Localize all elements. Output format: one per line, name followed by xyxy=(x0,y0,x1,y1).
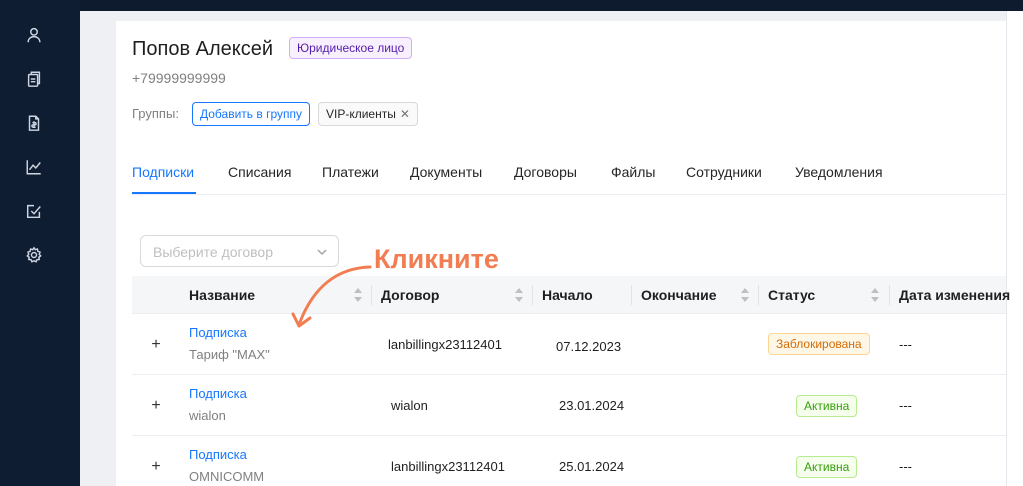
tariff-name: Тариф "MAX" xyxy=(189,347,270,362)
changed-date: --- xyxy=(899,337,912,352)
customer-type-badge: Юридическое лицо xyxy=(289,37,413,59)
column-divider xyxy=(889,285,890,305)
tab-contracts[interactable]: Договоры xyxy=(514,164,577,180)
column-header-changed[interactable]: Дата изменения xyxy=(899,287,1010,303)
changed-date: --- xyxy=(899,398,912,413)
groups-label: Группы: xyxy=(132,106,179,121)
tariff-name: wialon xyxy=(189,408,226,423)
click-hint-label: Кликните xyxy=(374,244,499,274)
hint-arrow-icon xyxy=(291,265,372,328)
sort-icon[interactable] xyxy=(515,288,523,302)
subscription-link[interactable]: Подписка xyxy=(189,447,247,462)
column-header-name[interactable]: Название xyxy=(189,287,255,303)
contract-number: lanbillingx23112401 xyxy=(391,459,505,474)
column-divider xyxy=(532,285,533,305)
tab-documents[interactable]: Документы xyxy=(410,164,482,180)
status-badge: Активна xyxy=(796,456,858,478)
start-date: 07.12.2023 xyxy=(556,339,622,354)
tab-files[interactable]: Файлы xyxy=(611,164,655,180)
status-badge: Заблокирована xyxy=(768,333,870,355)
scrollbar[interactable] xyxy=(1006,11,1023,486)
contract-select[interactable]: Выберите договор xyxy=(140,235,339,267)
tabs-divider xyxy=(132,194,1006,195)
column-header-contract[interactable]: Договор xyxy=(381,287,439,303)
subscription-link[interactable]: Подписка xyxy=(189,386,247,401)
tariff-name: OMNICOMM xyxy=(189,469,265,484)
tab-subscriptions[interactable]: Подписки xyxy=(132,164,194,180)
customer-name: Попов Алексей xyxy=(132,38,274,60)
start-date: 25.01.2024 xyxy=(559,459,625,474)
start-date: 23.01.2024 xyxy=(559,398,625,413)
column-divider xyxy=(758,285,759,305)
contract-number: lanbillingx23112401 xyxy=(388,337,502,352)
tab-employees[interactable]: Сотрудники xyxy=(686,164,762,180)
subscription-link[interactable]: Подписка xyxy=(189,325,247,340)
contract-number: wialon xyxy=(391,398,428,413)
tab-charges[interactable]: Списания xyxy=(228,164,291,180)
sort-icon[interactable] xyxy=(741,288,749,302)
column-divider xyxy=(631,285,632,305)
column-header-status[interactable]: Статус xyxy=(768,287,815,303)
tab-notifications[interactable]: Уведомления xyxy=(795,164,883,180)
sidebar xyxy=(0,0,80,486)
tab-payments[interactable]: Платежи xyxy=(322,164,379,180)
contract-select-placeholder: Выберите договор xyxy=(153,244,273,260)
status-badge: Активна xyxy=(796,395,858,417)
settings-icon[interactable] xyxy=(24,245,44,265)
column-header-end[interactable]: Окончание xyxy=(641,287,716,303)
row-divider xyxy=(132,435,1006,436)
documents-icon[interactable] xyxy=(24,69,44,89)
customer-phone: +79999999999 xyxy=(132,70,226,86)
chevron-down-icon xyxy=(316,245,328,257)
tasks-icon[interactable] xyxy=(24,201,44,221)
plus-icon[interactable]: + xyxy=(149,398,163,414)
group-tag-vip: VIP-клиенты ✕ xyxy=(318,102,418,126)
row-divider xyxy=(132,374,1006,375)
invoice-icon[interactable] xyxy=(24,113,44,133)
sort-icon[interactable] xyxy=(871,288,879,302)
plus-icon[interactable]: + xyxy=(149,337,163,353)
analytics-icon[interactable] xyxy=(24,157,44,177)
close-icon[interactable]: ✕ xyxy=(400,107,410,121)
add-to-group-button[interactable]: Добавить в группу xyxy=(192,102,310,126)
group-tag-label: VIP-клиенты xyxy=(326,107,396,121)
changed-date: --- xyxy=(899,459,912,474)
plus-icon[interactable]: + xyxy=(149,459,163,475)
user-icon[interactable] xyxy=(24,25,44,45)
column-header-start[interactable]: Начало xyxy=(542,287,593,303)
